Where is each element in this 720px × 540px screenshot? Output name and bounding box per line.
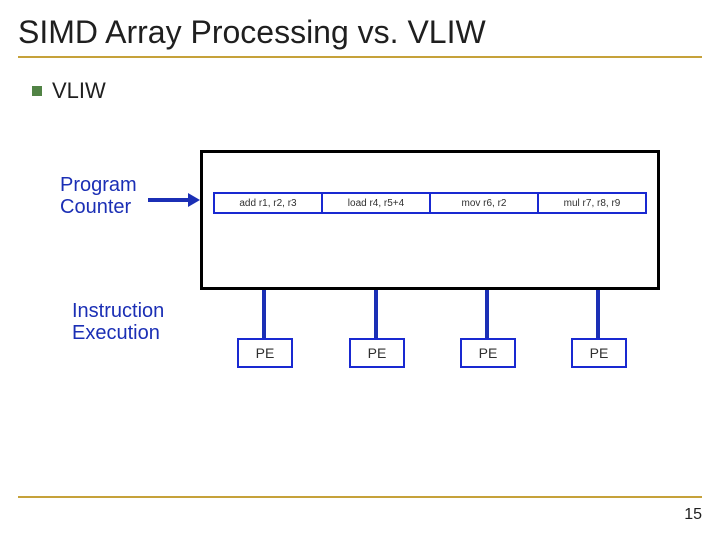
footer-underline (18, 496, 702, 498)
pe-box: PE (237, 338, 293, 368)
arrow-head-icon (188, 193, 200, 207)
connector-line (374, 290, 378, 338)
arrow-line (148, 198, 188, 202)
instruction-word-row: add r1, r2, r3 load r4, r5+4 mov r6, r2 … (213, 192, 647, 214)
instruction-cell: mov r6, r2 (431, 194, 539, 212)
page-title: SIMD Array Processing vs. VLIW (18, 14, 486, 51)
page-number: 15 (684, 506, 702, 524)
connector-line (262, 290, 266, 338)
program-counter-label: ProgramCounter (60, 174, 137, 218)
text-line: ProgramCounter (60, 174, 137, 218)
instruction-memory-box (200, 150, 660, 290)
bullet-square-icon (32, 86, 42, 96)
pe-box: PE (460, 338, 516, 368)
text-line: InstructionExecution (72, 300, 164, 344)
connector-line (596, 290, 600, 338)
connector-line (485, 290, 489, 338)
instruction-execution-label: InstructionExecution (72, 300, 164, 344)
instruction-cell: mul r7, r8, r9 (539, 194, 645, 212)
bullet-text: VLIW (52, 78, 106, 104)
slide: SIMD Array Processing vs. VLIW VLIW Prog… (0, 0, 720, 540)
instruction-cell: add r1, r2, r3 (215, 194, 323, 212)
pe-box: PE (571, 338, 627, 368)
title-underline (18, 56, 702, 58)
instruction-cell: load r4, r5+4 (323, 194, 431, 212)
pe-box: PE (349, 338, 405, 368)
